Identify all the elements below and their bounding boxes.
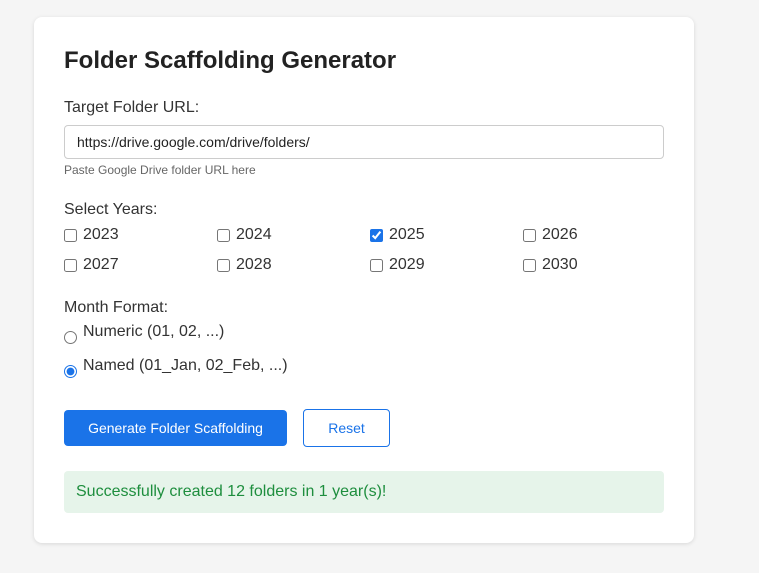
generate-scaffolding-button[interactable]: Generate Folder Scaffolding: [64, 410, 287, 446]
year-checkbox-grid: 2023 2024 2025 2026 2027 2028 2029 2030: [64, 225, 676, 275]
year-label: 2030: [542, 256, 578, 273]
url-field-hint: Paste Google Drive folder URL here: [64, 163, 256, 177]
month-format-radio[interactable]: [64, 365, 77, 378]
month-format-label: Month Format:: [64, 299, 169, 316]
success-message-text: Successfully created 12 folders in 1 yea…: [76, 483, 387, 500]
reset-button[interactable]: Reset: [303, 409, 390, 447]
year-option-2030[interactable]: 2030: [523, 255, 676, 275]
year-checkbox[interactable]: [370, 258, 383, 272]
year-checkbox[interactable]: [523, 228, 536, 242]
year-checkbox[interactable]: [64, 228, 77, 242]
year-label: 2029: [389, 256, 425, 273]
year-label: 2027: [83, 256, 119, 273]
year-checkbox[interactable]: [64, 258, 77, 272]
month-format-option-label: Named (01_Jan, 02_Feb, ...): [83, 357, 288, 374]
month-format-named-option[interactable]: Named (01_Jan, 02_Feb, ...): [64, 357, 288, 378]
generator-card: Folder Scaffolding Generator Target Fold…: [34, 17, 694, 543]
year-label: 2024: [236, 226, 272, 243]
target-folder-url-input[interactable]: [64, 125, 664, 159]
url-field-label: Target Folder URL:: [64, 99, 200, 116]
year-option-2025[interactable]: 2025: [370, 225, 523, 245]
page-title: Folder Scaffolding Generator: [64, 47, 397, 74]
month-format-option-label: Numeric (01, 02, ...): [83, 323, 225, 340]
year-checkbox[interactable]: [217, 228, 230, 242]
year-label: 2028: [236, 256, 272, 273]
month-format-numeric-option[interactable]: Numeric (01, 02, ...): [64, 323, 224, 344]
year-option-2023[interactable]: 2023: [64, 225, 217, 245]
year-option-2028[interactable]: 2028: [217, 255, 370, 275]
year-label: 2023: [83, 226, 119, 243]
year-checkbox[interactable]: [217, 258, 230, 272]
month-format-radio[interactable]: [64, 331, 77, 344]
year-option-2024[interactable]: 2024: [217, 225, 370, 245]
year-option-2027[interactable]: 2027: [64, 255, 217, 275]
success-message: Successfully created 12 folders in 1 yea…: [64, 471, 664, 513]
year-checkbox[interactable]: [523, 258, 536, 272]
year-option-2026[interactable]: 2026: [523, 225, 676, 245]
year-label: 2026: [542, 226, 578, 243]
year-checkbox[interactable]: [370, 228, 383, 242]
year-label: 2025: [389, 226, 425, 243]
years-label: Select Years:: [64, 201, 158, 218]
year-option-2029[interactable]: 2029: [370, 255, 523, 275]
